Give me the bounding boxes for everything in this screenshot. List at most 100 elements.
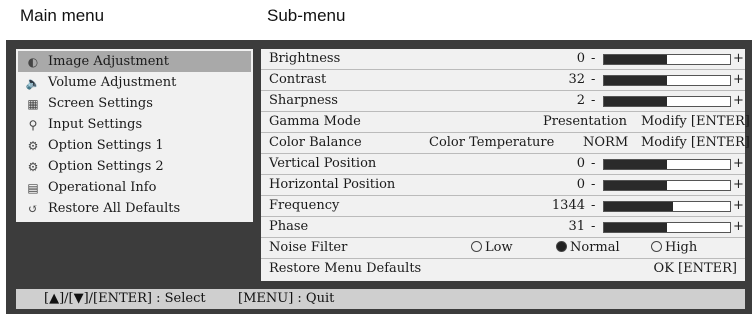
main-menu-item-label: Operational Info bbox=[48, 180, 157, 195]
restore-menu-defaults-row[interactable]: Restore Menu Defaults OK [ENTER] bbox=[261, 259, 745, 279]
slider-fill bbox=[604, 97, 667, 106]
main-menu-item-label: Restore All Defaults bbox=[48, 201, 181, 216]
options-icon: ⚙ bbox=[27, 138, 39, 153]
color-balance-label: Color Balance bbox=[269, 135, 362, 150]
noise-filter-option-normal[interactable]: Normal bbox=[556, 240, 620, 255]
status-bar: [▲]/[▼]/[ENTER] : Select [MENU] : Quit bbox=[16, 289, 745, 309]
vertical-position-value: 0 bbox=[576, 156, 585, 171]
contrast-slider[interactable] bbox=[603, 75, 731, 86]
radio-icon bbox=[471, 241, 482, 252]
sharpness-value: 2 bbox=[576, 93, 585, 108]
plus-icon: + bbox=[733, 72, 744, 87]
sharpness-label: Sharpness bbox=[269, 93, 338, 108]
main-menu-item[interactable]: ▤ Operational Info bbox=[18, 177, 251, 198]
frequency-row[interactable]: Frequency 1344 - + bbox=[261, 196, 745, 217]
phase-slider[interactable] bbox=[603, 222, 731, 233]
main-menu-item-label: Option Settings 1 bbox=[48, 138, 164, 153]
radio-icon bbox=[556, 241, 567, 252]
main-menu-item[interactable]: 🔈 Volume Adjustment bbox=[18, 72, 251, 93]
status-quit-hint: [MENU] : Quit bbox=[238, 291, 335, 306]
osd-screen: ◐ Image Adjustment 🔈 Volume Adjustment ▦ Scre… bbox=[6, 40, 752, 314]
main-menu-item[interactable]: ⚙ Option Settings 1 bbox=[18, 135, 251, 156]
vertical-position-label: Vertical Position bbox=[269, 156, 377, 171]
plus-icon: + bbox=[733, 219, 744, 234]
horizontal-position-label: Horizontal Position bbox=[269, 177, 396, 192]
sharpness-slider[interactable] bbox=[603, 96, 731, 107]
screen-icon: ▦ bbox=[27, 96, 39, 111]
slider-fill bbox=[604, 181, 667, 190]
frequency-label: Frequency bbox=[269, 198, 340, 213]
horizontal-position-value: 0 bbox=[576, 177, 585, 192]
brightness-row[interactable]: Brightness 0 - + bbox=[261, 49, 745, 70]
main-menu-item-label: Option Settings 2 bbox=[48, 159, 164, 174]
color-balance-modify-button[interactable]: Modify [ENTER] bbox=[641, 135, 750, 150]
options-icon: ⚙ bbox=[27, 159, 39, 174]
main-menu: ◐ Image Adjustment 🔈 Volume Adjustment ▦ Scre… bbox=[16, 49, 253, 222]
noise-filter-high-label: High bbox=[665, 240, 698, 255]
main-menu-item-label: Input Settings bbox=[48, 117, 143, 132]
minus-icon: - bbox=[591, 93, 596, 108]
gamma-modify-button[interactable]: Modify [ENTER] bbox=[641, 114, 750, 129]
restore-ok-button[interactable]: OK [ENTER] bbox=[654, 261, 737, 276]
color-balance-mode: Color Temperature bbox=[429, 135, 555, 150]
slider-fill bbox=[604, 76, 667, 85]
contrast-value: 32 bbox=[568, 72, 585, 87]
noise-filter-row[interactable]: Noise Filter Low Normal High bbox=[261, 238, 745, 259]
slider-fill bbox=[604, 202, 674, 211]
image-adjust-icon: ◐ bbox=[27, 54, 39, 69]
minus-icon: - bbox=[591, 72, 596, 87]
vertical-position-row[interactable]: Vertical Position 0 - + bbox=[261, 154, 745, 175]
main-menu-header: Main menu bbox=[20, 6, 105, 25]
phase-value: 31 bbox=[568, 219, 585, 234]
minus-icon: - bbox=[591, 156, 596, 171]
radio-icon bbox=[651, 241, 662, 252]
plus-icon: + bbox=[733, 198, 744, 213]
restore-icon: ↺ bbox=[27, 201, 39, 216]
gamma-mode-row[interactable]: Gamma Mode Presentation Modify [ENTER] bbox=[261, 112, 750, 133]
minus-icon: - bbox=[591, 219, 596, 234]
sharpness-row[interactable]: Sharpness 2 - + bbox=[261, 91, 745, 112]
plus-icon: + bbox=[733, 177, 744, 192]
main-menu-item-label: Screen Settings bbox=[48, 96, 153, 111]
main-menu-item[interactable]: ⚙ Option Settings 2 bbox=[18, 156, 251, 177]
main-menu-item[interactable]: ◐ Image Adjustment bbox=[18, 51, 251, 72]
vertical-position-slider[interactable] bbox=[603, 159, 731, 170]
plus-icon: + bbox=[733, 51, 744, 66]
horizontal-position-row[interactable]: Horizontal Position 0 - + bbox=[261, 175, 745, 196]
main-menu-item-label: Image Adjustment bbox=[48, 54, 169, 69]
phase-row[interactable]: Phase 31 - + bbox=[261, 217, 745, 238]
noise-filter-normal-label: Normal bbox=[570, 240, 620, 255]
main-menu-item[interactable]: ↺ Restore All Defaults bbox=[18, 198, 251, 219]
info-icon: ▤ bbox=[27, 180, 39, 195]
contrast-label: Contrast bbox=[269, 72, 327, 87]
color-balance-value: NORM bbox=[583, 135, 629, 150]
frequency-slider[interactable] bbox=[603, 201, 731, 212]
status-select-hint: [▲]/[▼]/[ENTER] : Select bbox=[44, 291, 206, 306]
minus-icon: - bbox=[591, 177, 596, 192]
noise-filter-label: Noise Filter bbox=[269, 240, 348, 255]
gamma-mode-value: Presentation bbox=[543, 114, 627, 129]
main-menu-item[interactable]: ⚲ Input Settings bbox=[18, 114, 251, 135]
noise-filter-option-low[interactable]: Low bbox=[471, 240, 513, 255]
minus-icon: - bbox=[591, 51, 596, 66]
input-icon: ⚲ bbox=[28, 117, 38, 132]
slider-fill bbox=[604, 223, 667, 232]
slider-fill bbox=[604, 55, 667, 64]
brightness-label: Brightness bbox=[269, 51, 341, 66]
restore-menu-defaults-label: Restore Menu Defaults bbox=[269, 261, 422, 276]
horizontal-position-slider[interactable] bbox=[603, 180, 731, 191]
brightness-value: 0 bbox=[576, 51, 585, 66]
frequency-value: 1344 bbox=[551, 198, 585, 213]
speaker-icon: 🔈 bbox=[25, 75, 41, 90]
plus-icon: + bbox=[733, 156, 744, 171]
color-balance-row[interactable]: Color Balance Color Temperature NORM Mod… bbox=[261, 133, 750, 154]
minus-icon: - bbox=[591, 198, 596, 213]
sub-menu: Brightness 0 - + Contrast 32 - + Sharpne… bbox=[261, 49, 750, 281]
plus-icon: + bbox=[733, 93, 744, 108]
sub-menu-header: Sub-menu bbox=[267, 6, 346, 25]
noise-filter-option-high[interactable]: High bbox=[651, 240, 697, 255]
main-menu-item[interactable]: ▦ Screen Settings bbox=[18, 93, 251, 114]
brightness-slider[interactable] bbox=[603, 54, 731, 65]
slider-fill bbox=[604, 160, 667, 169]
contrast-row[interactable]: Contrast 32 - + bbox=[261, 70, 745, 91]
